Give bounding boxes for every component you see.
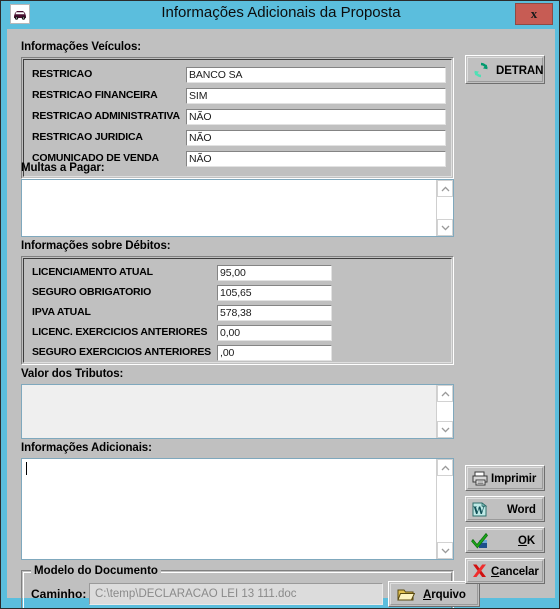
tributes-textarea[interactable]: [21, 384, 454, 439]
tributes-scrollbar[interactable]: [436, 385, 453, 438]
printer-icon: [471, 470, 489, 492]
field-label: SEGURO OBRIGATORIO: [32, 286, 152, 298]
restricao-administrativa-field[interactable]: NÃO: [186, 109, 446, 125]
word-button-label: Word: [507, 504, 536, 516]
licenc-exercicios-anteriores-field[interactable]: 0,00: [217, 325, 332, 341]
field-label: LICENCIAMENTO ATUAL: [32, 266, 153, 278]
arquivo-accelerator: A: [423, 589, 432, 601]
ok-button[interactable]: OK: [465, 527, 545, 553]
field-label: RESTRICAO: [32, 68, 93, 80]
word-icon: W: [471, 501, 488, 523]
table-row: SEGURO EXERCICIOS ANTERIORES ,00: [32, 345, 447, 361]
document-model-groupbox: Modelo do Documento Caminho: C:\temp\DEC…: [21, 565, 480, 608]
ok-button-label: OK: [518, 535, 535, 547]
arquivo-rest: rquivo: [431, 589, 466, 601]
table-row: RESTRICAO BANCO SA: [32, 67, 447, 83]
field-label: RESTRICAO JURIDICA: [32, 131, 143, 143]
fines-scrollbar[interactable]: [436, 180, 453, 236]
restricao-financeira-field[interactable]: SIM: [186, 88, 446, 104]
arquivo-button-label: Arquivo: [423, 589, 466, 601]
dialog-window: Informações Adicionais da Proposta x Inf…: [0, 0, 560, 609]
fines-textarea[interactable]: [21, 179, 454, 237]
scroll-up-icon[interactable]: [437, 180, 453, 197]
table-row: RESTRICAO ADMINISTRATIVA NÃO: [32, 109, 447, 125]
scroll-down-icon[interactable]: [437, 219, 453, 236]
imprimir-button-label: Imprimir: [491, 473, 537, 485]
close-button[interactable]: x: [515, 3, 553, 25]
debits-section-label: Informações sobre Débitos:: [21, 240, 171, 252]
open-folder-icon: [397, 587, 416, 607]
dialog-client-area: Informações Veículos: RESTRICAO BANCO SA…: [7, 29, 555, 608]
seguro-obrigatorio-field[interactable]: 105,65: [217, 285, 332, 301]
table-row: LICENC. EXERCICIOS ANTERIORES 0,00: [32, 325, 447, 341]
svg-text:W: W: [472, 506, 485, 517]
red-x-icon: [471, 563, 488, 585]
arquivo-button[interactable]: Arquivo: [388, 581, 480, 607]
fines-section-label: Multas a Pagar:: [21, 162, 105, 174]
vehicle-section-label: Informações Veículos:: [21, 41, 141, 53]
field-label: LICENC. EXERCICIOS ANTERIORES: [32, 326, 208, 338]
comunicado-de-venda-field[interactable]: NÃO: [186, 151, 446, 167]
table-row: LICENCIAMENTO ATUAL 95,00: [32, 265, 447, 281]
tributes-section-label: Valor dos Tributos:: [21, 368, 124, 380]
cancelar-button-label: Cancelar: [491, 566, 539, 578]
licenciamento-atual-field[interactable]: 95,00: [217, 265, 332, 281]
additional-info-textarea[interactable]: [21, 458, 454, 560]
scroll-up-icon[interactable]: [437, 459, 453, 476]
title-bar[interactable]: Informações Adicionais da Proposta x: [1, 1, 559, 28]
table-row: SEGURO OBRIGATORIO 105,65: [32, 285, 447, 301]
text-caret: [26, 462, 27, 475]
restricao-juridica-field[interactable]: NÃO: [186, 130, 446, 146]
field-label: RESTRICAO FINANCEIRA: [32, 89, 158, 101]
additional-section-label: Informações Adicionais:: [21, 442, 152, 454]
vehicle-info-panel: RESTRICAO BANCO SA RESTRICAO FINANCEIRA …: [21, 57, 454, 179]
scroll-down-icon[interactable]: [437, 421, 453, 438]
debits-info-panel: LICENCIAMENTO ATUAL 95,00 SEGURO OBRIGAT…: [21, 256, 454, 365]
refresh-arrows-icon: [473, 62, 489, 83]
ipva-atual-field[interactable]: 578,38: [217, 305, 332, 321]
cancelar-rest: ancelar: [499, 566, 539, 578]
word-button[interactable]: W Word: [465, 496, 545, 522]
field-label: IPVA ATUAL: [32, 306, 91, 318]
document-model-title: Modelo do Documento: [31, 565, 161, 577]
cancelar-accelerator: C: [491, 566, 500, 578]
additional-scrollbar[interactable]: [436, 459, 453, 559]
scroll-down-icon[interactable]: [437, 542, 453, 559]
ok-accelerator: O: [518, 535, 527, 547]
table-row: RESTRICAO FINANCEIRA SIM: [32, 88, 447, 104]
table-row: RESTRICAO JURIDICA NÃO: [32, 130, 447, 146]
imprimir-button[interactable]: Imprimir: [465, 465, 545, 491]
green-check-icon: [471, 531, 490, 555]
ok-rest: K: [526, 535, 536, 547]
path-field[interactable]: C:\temp\DECLARACAO LEI 13 111.doc: [89, 583, 383, 605]
detran-button[interactable]: DETRAN: [465, 55, 545, 84]
table-row: IPVA ATUAL 578,38: [32, 305, 447, 321]
field-label: SEGURO EXERCICIOS ANTERIORES: [32, 346, 211, 358]
field-label: RESTRICAO ADMINISTRATIVA: [32, 110, 180, 122]
seguro-exercicios-anteriores-field[interactable]: ,00: [217, 345, 332, 361]
scroll-up-icon[interactable]: [437, 385, 453, 402]
detran-button-label: DETRAN: [496, 65, 544, 77]
restricao-field[interactable]: BANCO SA: [186, 67, 446, 83]
path-label: Caminho:: [31, 587, 87, 601]
window-title: Informações Adicionais da Proposta: [161, 4, 401, 21]
cancelar-button[interactable]: Cancelar: [465, 558, 545, 584]
